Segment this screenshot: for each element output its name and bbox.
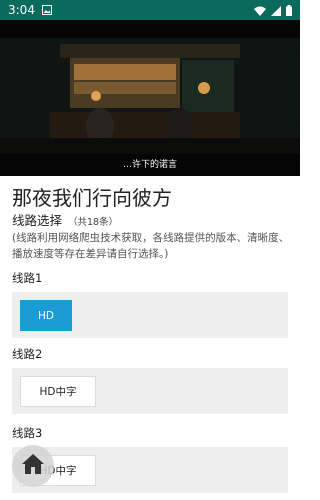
line-label-2: 线路2 [12,347,43,361]
status-bar: 3:04 [0,0,300,20]
route-note: (线路利用网络爬虫技术获取，各线路提供的版本、清晰度、播放速度等存在差异请自行选… [12,232,290,260]
wifi-icon [254,1,266,20]
line-label-1: 线路1 [12,271,43,285]
battery-icon [286,1,292,20]
route-select-heading: 线路选择 （共18条） [12,210,118,229]
status-time: 3:04 [8,3,35,17]
line-2-option-hd-sub[interactable]: HD中字 [20,376,96,407]
video-frame [0,20,300,176]
line-1-option-hd[interactable]: HD [20,300,72,331]
home-button[interactable] [12,445,54,487]
video-subtitle: …许下的诺言 [122,160,177,170]
line-box-2: HD中字 [12,368,288,414]
signal-icon [271,1,281,20]
line-label-3: 线路3 [12,426,43,440]
route-select-label: 线路选择 [12,213,63,228]
page-title: 那夜我们行向彼方 [12,186,172,210]
home-icon [20,452,46,480]
route-count: （共18条） [68,217,119,228]
video-player[interactable]: …许下的诺言 [0,20,300,176]
image-icon [41,5,53,15]
line-box-1: HD [12,292,288,338]
